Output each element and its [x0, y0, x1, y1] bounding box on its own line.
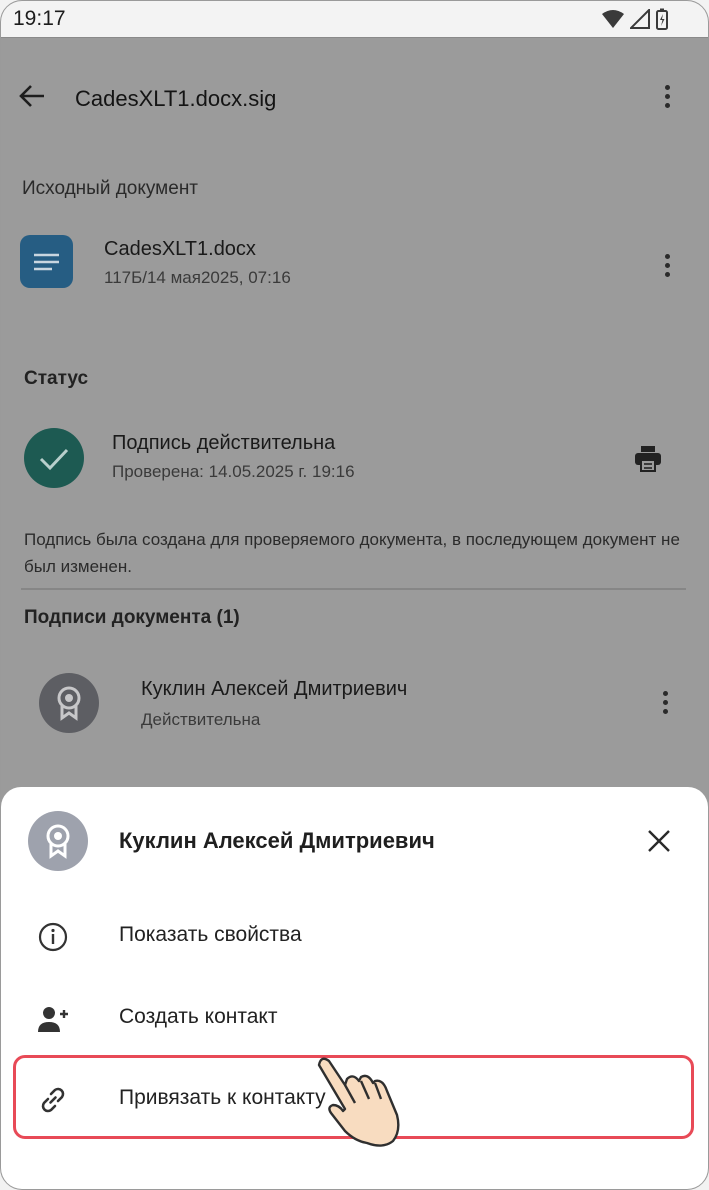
source-section-label: Исходный документ: [22, 178, 199, 199]
tap-hand-icon: [301, 1051, 411, 1156]
valid-check-icon: [24, 428, 84, 488]
status-bar: 19:17: [1, 1, 708, 38]
signer-avatar: [39, 673, 99, 733]
close-icon[interactable]: [641, 823, 677, 859]
status-section-label: Статус: [24, 368, 89, 389]
add-person-icon: [37, 1003, 69, 1035]
create-contact-item[interactable]: Создать контакт: [1, 978, 708, 1058]
more-options-icon[interactable]: [665, 85, 671, 112]
back-arrow-icon[interactable]: [18, 83, 46, 114]
file-more-icon[interactable]: [665, 254, 671, 281]
divider: [21, 588, 686, 590]
signer-name[interactable]: Куклин Алексей Дмитриевич: [141, 678, 407, 701]
status-time: 19:17: [13, 7, 66, 30]
create-contact-label: Создать контакт: [119, 1005, 278, 1028]
document-screen: CadesXLT1.docx.sig Исходный документ Cad…: [1, 38, 708, 798]
link-icon: [37, 1084, 69, 1116]
signer-state: Действительна: [141, 710, 261, 729]
sheet-title: Куклин Алексей Дмитриевич: [119, 828, 435, 853]
sheet-avatar: [28, 811, 88, 871]
phone-frame: 19:17 CadesXLT1.docx.sig Исходный докуме…: [0, 0, 709, 1190]
signatures-section-label: Подписи документа (1): [24, 607, 240, 628]
show-properties-label: Показать свойства: [119, 923, 302, 946]
wifi-icon: [602, 9, 624, 29]
link-to-contact-label: Привязать к контакту: [119, 1086, 326, 1109]
info-icon: [37, 921, 69, 953]
page-title: CadesXLT1.docx.sig: [75, 86, 277, 111]
print-icon[interactable]: [633, 443, 663, 478]
source-file-name[interactable]: CadesXLT1.docx: [104, 238, 256, 261]
status-title: Подпись действительна: [112, 432, 336, 454]
document-icon: [20, 235, 73, 288]
source-file-meta: 117Б/14 мая2025, 07:16: [104, 268, 291, 287]
show-properties-item[interactable]: Показать свойства: [1, 896, 708, 976]
signer-more-icon[interactable]: [663, 691, 669, 718]
status-checked-time: Проверена: 14.05.2025 г. 19:16: [112, 462, 355, 481]
cellular-signal-icon: [630, 9, 650, 29]
battery-icon: [656, 8, 668, 30]
status-description: Подпись была создана для проверяемого до…: [24, 530, 680, 576]
